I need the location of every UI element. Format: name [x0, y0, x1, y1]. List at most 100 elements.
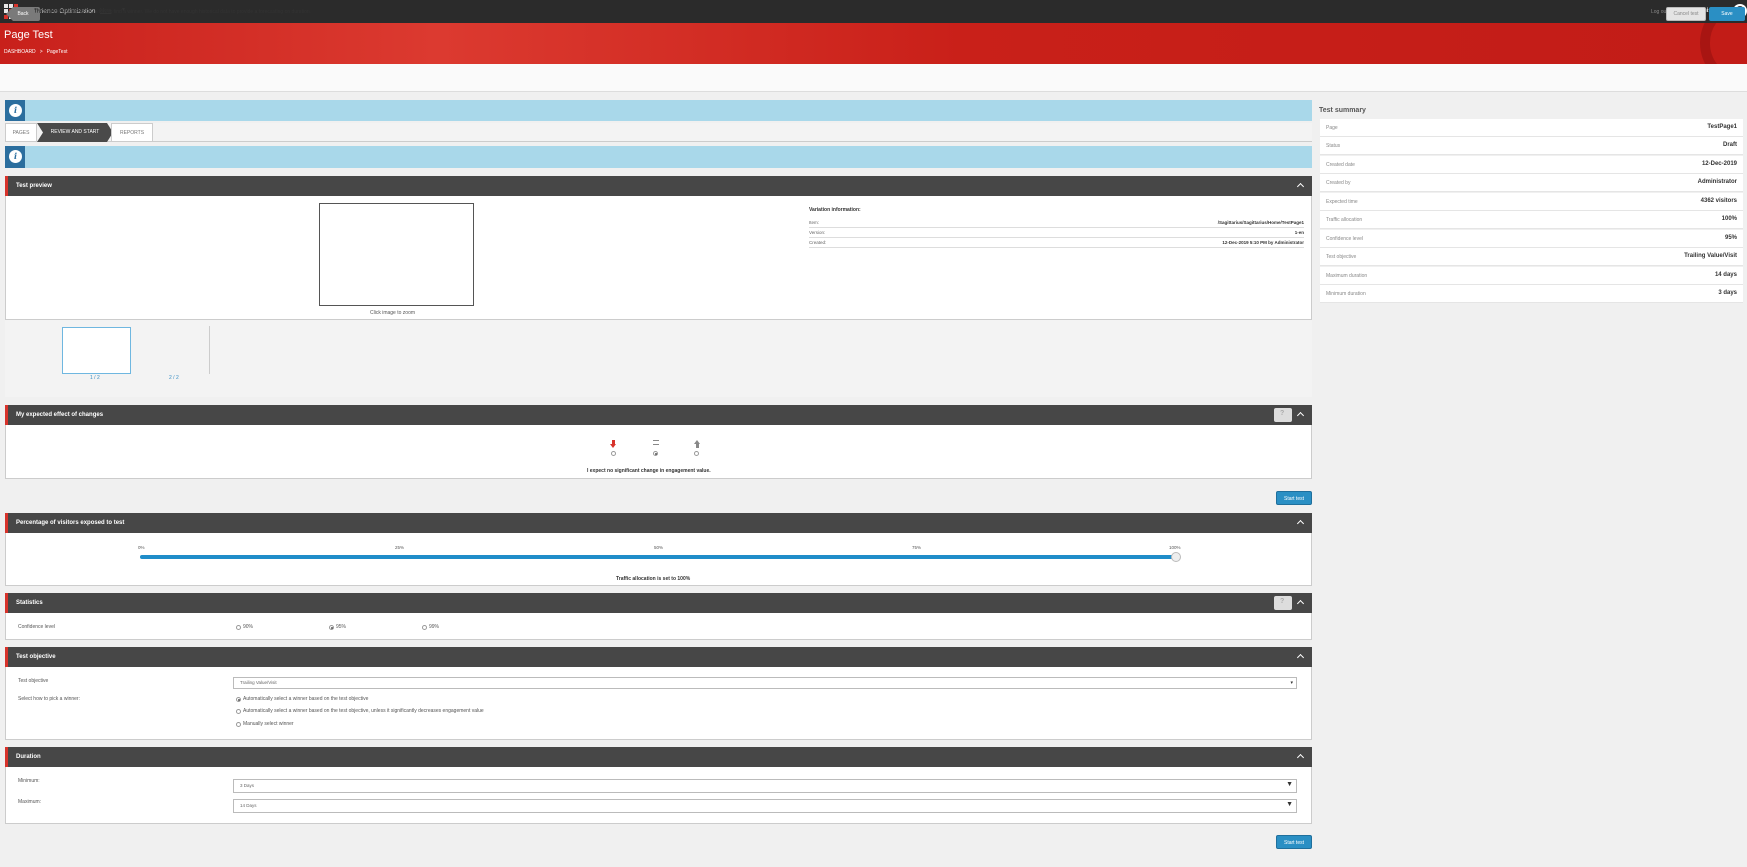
- statistics-header[interactable]: Statistics: [5, 593, 1312, 613]
- equals-icon: [653, 440, 659, 445]
- thumbnail-2[interactable]: [209, 326, 210, 374]
- breadcrumb-separator: >: [39, 49, 43, 55]
- chevron-up-icon[interactable]: [1297, 518, 1304, 525]
- header-decoration: [1700, 23, 1747, 64]
- variation-key: Version:: [809, 230, 826, 235]
- section-title: Duration: [16, 754, 41, 760]
- effect-none-radio[interactable]: [653, 451, 658, 456]
- pick-winner-auto-radio[interactable]: [236, 697, 241, 702]
- section-title: Percentage of visitors exposed to test: [16, 520, 125, 526]
- start-test-button-bottom[interactable]: Start test: [1276, 835, 1312, 849]
- tab-pages[interactable]: PAGES: [5, 123, 37, 142]
- chevron-up-icon[interactable]: [1297, 181, 1304, 188]
- selected-value: Trailing Value/Visit: [240, 680, 277, 685]
- section-title: Test objective: [16, 654, 56, 660]
- arrow-down-icon: [610, 440, 616, 448]
- summary-row: Created by Administrator: [1320, 174, 1743, 192]
- slider-tick-label: 25%: [395, 545, 405, 550]
- confidence-99-radio[interactable]: [422, 625, 427, 630]
- summary-key: Created date: [1326, 162, 1355, 168]
- variation-value: 12-Dec-2019 5:10 PM by Administrator: [1222, 240, 1304, 245]
- selected-value: 3 Days: [240, 783, 255, 788]
- preview-image[interactable]: [319, 203, 474, 306]
- chevron-up-icon[interactable]: [1297, 652, 1304, 659]
- breadcrumb-dashboard[interactable]: DASHBOARD: [4, 49, 36, 55]
- variation-value: 1-en: [1294, 230, 1304, 235]
- confidence-option-label[interactable]: 90%: [243, 624, 253, 630]
- duration-header[interactable]: Duration: [5, 747, 1312, 767]
- test-objective-header[interactable]: Test objective: [5, 647, 1312, 667]
- confidence-95-radio[interactable]: [329, 625, 334, 630]
- cancel-test-button[interactable]: Cancel test: [1666, 7, 1706, 21]
- confidence-level-label: Confidence level: [18, 624, 55, 630]
- traffic-allocation-message: Traffic allocation is set to 100%: [616, 576, 691, 582]
- effect-negative-radio[interactable]: [611, 451, 616, 456]
- slider-tick-label: 0%: [138, 545, 145, 550]
- save-button[interactable]: Save: [1709, 7, 1745, 21]
- chevron-up-icon[interactable]: [1297, 598, 1304, 605]
- summary-key: Status: [1326, 143, 1341, 149]
- breadcrumb: DASHBOARD > PageTest: [4, 49, 71, 55]
- chevron-up-icon[interactable]: [1297, 410, 1304, 417]
- confidence-option-label[interactable]: 95%: [336, 624, 346, 630]
- maximum-duration-label: Maximum:: [18, 799, 42, 805]
- section-title: Test preview: [16, 183, 52, 189]
- summary-key: Created by: [1326, 180, 1351, 186]
- pick-winner-auto-unless-radio[interactable]: [236, 709, 241, 714]
- summary-value: 4362 visitors: [1700, 198, 1737, 204]
- traffic-slider-handle[interactable]: [1171, 552, 1181, 562]
- effect-positive-radio[interactable]: [694, 451, 699, 456]
- help-icon[interactable]: [1274, 596, 1292, 610]
- summary-value: Administrator: [1697, 179, 1737, 185]
- start-test-button[interactable]: Start test: [1276, 491, 1312, 505]
- summary-row: Page TestPage1: [1320, 119, 1743, 137]
- summary-key: Page: [1326, 125, 1338, 131]
- confidence-option-label[interactable]: 99%: [429, 624, 439, 630]
- test-preview-header[interactable]: Test preview: [5, 176, 1312, 196]
- summary-row: Created date 12-Dec-2019: [1320, 156, 1743, 174]
- traffic-slider-track[interactable]: [140, 555, 1176, 559]
- tab-reports[interactable]: REPORTS: [111, 123, 153, 142]
- chevron-up-icon[interactable]: [1297, 752, 1304, 759]
- thumbnail-label[interactable]: 1 / 2: [90, 375, 100, 381]
- summary-value: 12-Dec-2019: [1701, 161, 1737, 167]
- thumbnail-1[interactable]: [62, 327, 131, 374]
- summary-value: 3 days: [1718, 290, 1737, 296]
- pick-winner-manual-radio[interactable]: [236, 722, 241, 727]
- confidence-90-radio[interactable]: [236, 625, 241, 630]
- info-icon-box: i: [5, 146, 25, 168]
- duration-body: [5, 767, 1312, 824]
- percentage-visitors-header[interactable]: Percentage of visitors exposed to test: [5, 513, 1312, 533]
- summary-value: 14 days: [1714, 272, 1737, 278]
- summary-row: Expected time 4362 visitors: [1320, 193, 1743, 211]
- summary-key: Test objective: [1326, 254, 1357, 260]
- summary-value: Trailing Value/Visit: [1684, 253, 1737, 259]
- tab-review-and-start[interactable]: REVIEW AND START: [37, 123, 113, 142]
- thumbnail-label[interactable]: 2 / 2: [169, 375, 179, 381]
- help-icon[interactable]: [1274, 408, 1292, 422]
- expected-effect-header[interactable]: My expected effect of changes: [5, 405, 1312, 425]
- click-to-zoom-hint: Click image to zoom: [370, 310, 416, 316]
- page-header: Page Test DASHBOARD > PageTest: [0, 23, 1747, 64]
- info-message-text: The test will require 4362 visitors to f…: [34, 9, 312, 15]
- test-summary-title: Test summary: [1319, 107, 1366, 114]
- caret-down-icon: ▾: [1290, 680, 1293, 686]
- section-title: My expected effect of changes: [16, 412, 104, 418]
- variation-row: Version: 1-en: [809, 228, 1304, 238]
- caret-down-icon: ▼: [1286, 781, 1293, 788]
- test-objective-select[interactable]: Trailing Value/Visit ▾: [233, 677, 1297, 689]
- maximum-duration-select[interactable]: 14 Days ▼: [233, 799, 1297, 813]
- summary-key: Expected time: [1326, 199, 1358, 205]
- pick-winner-option-label[interactable]: Manually select winner: [243, 721, 294, 727]
- slider-tick-label: 50%: [654, 545, 664, 550]
- summary-row: Status Draft: [1320, 137, 1743, 155]
- pick-winner-option-label[interactable]: Automatically select a winner based on t…: [243, 696, 368, 702]
- variation-key: Created:: [809, 240, 827, 245]
- page-title: Page Test: [4, 29, 53, 41]
- info-icon: i: [9, 150, 22, 163]
- pick-winner-option-label[interactable]: Automatically select a winner based on t…: [243, 708, 484, 714]
- minimum-duration-select[interactable]: 3 Days ▼: [233, 779, 1297, 793]
- summary-row: Test objective Trailing Value/Visit: [1320, 248, 1743, 266]
- variation-row: Item: /Sagittarius/Sagittarius/Home/Test…: [809, 218, 1304, 228]
- summary-value: Draft: [1722, 142, 1737, 148]
